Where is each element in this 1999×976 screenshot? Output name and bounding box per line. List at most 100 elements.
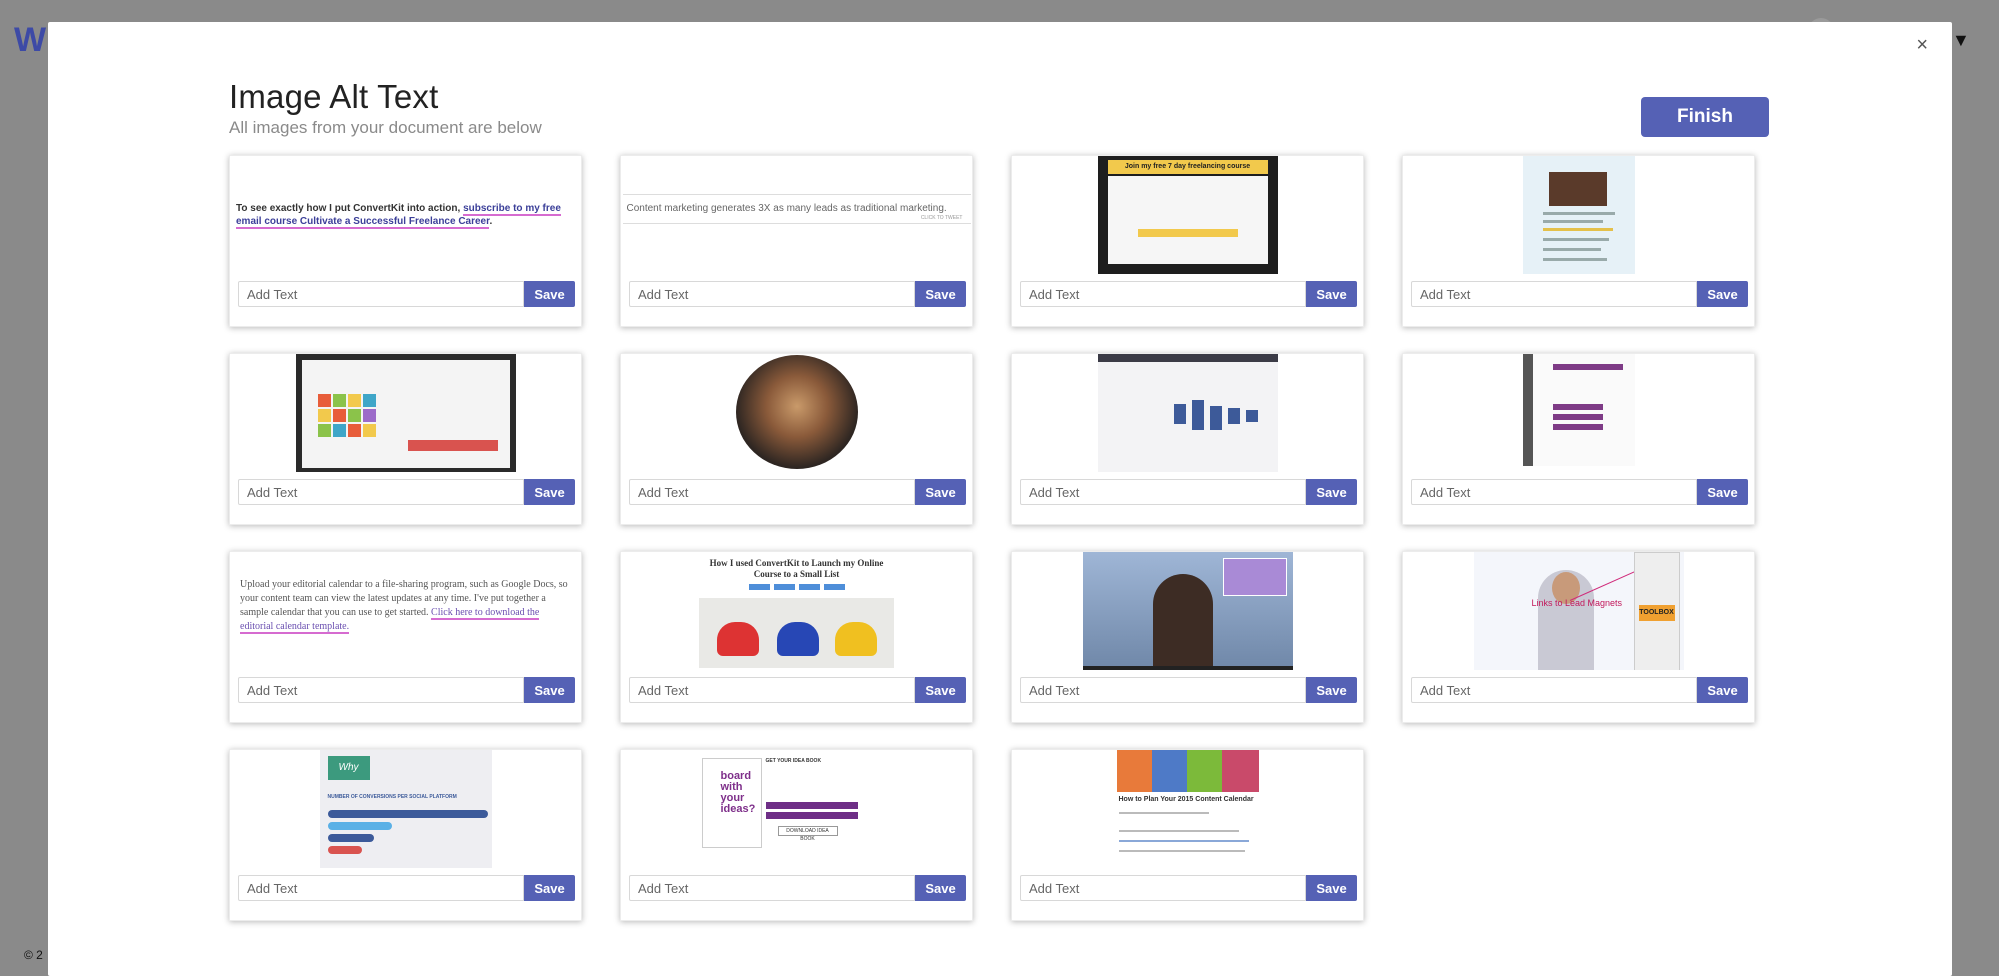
image-card: Save xyxy=(1011,353,1364,525)
idea-book-screenshot: board with your ideas? GET YOUR IDEA BOO… xyxy=(691,750,902,868)
save-button[interactable]: Save xyxy=(524,479,575,505)
infographic-heading: NUMBER OF CONVERSIONS PER SOCIAL PLATFOR… xyxy=(327,794,457,800)
save-button[interactable]: Save xyxy=(915,281,966,307)
calendar-stripe xyxy=(1151,750,1187,792)
save-button[interactable]: Save xyxy=(1697,281,1748,307)
text-line xyxy=(1118,850,1245,852)
purple-bar xyxy=(1552,424,1603,430)
alt-text-input[interactable] xyxy=(1411,281,1697,307)
tweet-quote: Content marketing generates 3X as many l… xyxy=(622,194,971,224)
thumbnail-text: To see exactly how I put ConvertKit into… xyxy=(230,156,581,229)
calendar-square xyxy=(362,424,376,437)
email-field xyxy=(765,812,858,819)
post-tags xyxy=(748,584,845,590)
save-button[interactable]: Save xyxy=(915,875,966,901)
alt-text-input[interactable] xyxy=(238,281,524,307)
alt-text-input[interactable] xyxy=(238,875,524,901)
download-button: DOWNLOAD IDEA BOOK xyxy=(777,826,838,842)
thumbnail-text-body: To see exactly how I put ConvertKit into… xyxy=(236,203,464,214)
calendar-square xyxy=(362,409,376,422)
calendar-stripe xyxy=(1186,750,1222,792)
save-button[interactable]: Save xyxy=(524,677,575,703)
chairs-photo xyxy=(699,598,894,668)
image-card: Save xyxy=(229,353,582,525)
image-thumbnail: Links to Lead Magnets TOOLBOX xyxy=(1403,552,1754,674)
course-form xyxy=(1107,176,1268,264)
text-line xyxy=(1542,238,1609,241)
lead-magnet-video-screenshot: Links to Lead Magnets TOOLBOX xyxy=(1473,552,1684,670)
alt-text-input[interactable] xyxy=(1411,479,1697,505)
calendar-square xyxy=(317,394,331,407)
site-sidebar-screenshot xyxy=(1522,354,1635,466)
click-to-tweet-label: CLICK TO TWEET xyxy=(920,215,963,221)
page-subtitle: All images from your document are below xyxy=(229,118,542,137)
image-thumbnail xyxy=(621,354,972,476)
finish-button[interactable]: Finish xyxy=(1641,97,1769,137)
image-card: Join my free 7 day freelancing course Sa… xyxy=(1011,155,1364,327)
video-inset xyxy=(1222,558,1287,596)
alt-text-input[interactable] xyxy=(238,677,524,703)
alt-text-input[interactable] xyxy=(629,479,915,505)
image-card: Why NUMBER OF CONVERSIONS PER SOCIAL PLA… xyxy=(229,749,582,921)
image-thumbnail xyxy=(1403,354,1754,476)
blue-chair xyxy=(777,622,819,656)
save-button[interactable]: Save xyxy=(524,281,575,307)
purple-bar xyxy=(1552,414,1603,420)
image-card: To see exactly how I put ConvertKit into… xyxy=(229,155,582,327)
save-button[interactable]: Save xyxy=(1697,677,1748,703)
save-button[interactable]: Save xyxy=(1697,479,1748,505)
image-thumbnail: Join my free 7 day freelancing course xyxy=(1012,156,1363,278)
image-card: Content marketing generates 3X as many l… xyxy=(620,155,973,327)
alt-text-input[interactable] xyxy=(1411,677,1697,703)
video-progress-bar xyxy=(1082,666,1293,670)
save-button[interactable]: Save xyxy=(524,875,575,901)
save-button[interactable]: Save xyxy=(1306,875,1357,901)
image-card: Save xyxy=(1402,155,1755,327)
text-line xyxy=(1542,258,1607,261)
alt-text-input[interactable] xyxy=(238,479,524,505)
alt-text-input[interactable] xyxy=(1020,281,1306,307)
calendar-square xyxy=(347,424,361,437)
image-thumbnail: To see exactly how I put ConvertKit into… xyxy=(230,156,581,278)
purple-bar xyxy=(1552,404,1603,410)
footer-copyright: © 2 xyxy=(24,948,43,962)
save-button[interactable]: Save xyxy=(1306,479,1357,505)
portrait-photo xyxy=(735,355,858,469)
alt-text-input[interactable] xyxy=(1020,479,1306,505)
convertkit-post-screenshot: How I used ConvertKit to Launch my Onlin… xyxy=(697,552,897,668)
book-cover-title: board with your ideas? xyxy=(720,770,756,815)
alt-text-input[interactable] xyxy=(629,875,915,901)
toolbox-page: TOOLBOX xyxy=(1633,552,1680,670)
post-headline: How I used ConvertKit to Launch my Onlin… xyxy=(709,558,884,579)
alt-text-input[interactable] xyxy=(629,281,915,307)
save-button[interactable]: Save xyxy=(1306,677,1357,703)
close-icon[interactable]: × xyxy=(1916,34,1928,57)
save-button[interactable]: Save xyxy=(915,479,966,505)
image-thumbnail: How to Plan Your 2015 Content Calendar xyxy=(1012,750,1363,872)
blog-screenshot xyxy=(1522,156,1635,274)
video-screenshot xyxy=(1082,552,1293,670)
dashboard-bar xyxy=(1245,410,1258,422)
platform-bar xyxy=(327,834,374,842)
app-logo: W xyxy=(14,21,47,59)
name-field xyxy=(765,802,858,809)
post-headline: How to Plan Your 2015 Content Calendar xyxy=(1118,796,1254,803)
platform-bar xyxy=(327,810,488,818)
thumbnail-text-end: . xyxy=(489,216,493,227)
image-thumbnail xyxy=(1012,354,1363,476)
image-card: Upload your editorial calendar to a file… xyxy=(229,551,582,723)
save-button[interactable]: Save xyxy=(915,677,966,703)
yellow-chair xyxy=(835,622,877,656)
image-card: Save xyxy=(1011,551,1364,723)
alt-text-input[interactable] xyxy=(1020,875,1306,901)
content-calendar-post-screenshot: How to Plan Your 2015 Content Calendar xyxy=(1116,750,1259,868)
calendar-square xyxy=(332,424,346,437)
course-banner: Join my free 7 day freelancing course xyxy=(1107,160,1268,174)
alt-text-input[interactable] xyxy=(1020,677,1306,703)
alt-text-input[interactable] xyxy=(629,677,915,703)
dashboard-topbar xyxy=(1097,354,1278,362)
instant-access-button xyxy=(407,440,498,451)
save-button[interactable]: Save xyxy=(1306,281,1357,307)
calendar-square xyxy=(332,409,346,422)
freelance-course-screenshot: Join my free 7 day freelancing course xyxy=(1097,156,1278,274)
